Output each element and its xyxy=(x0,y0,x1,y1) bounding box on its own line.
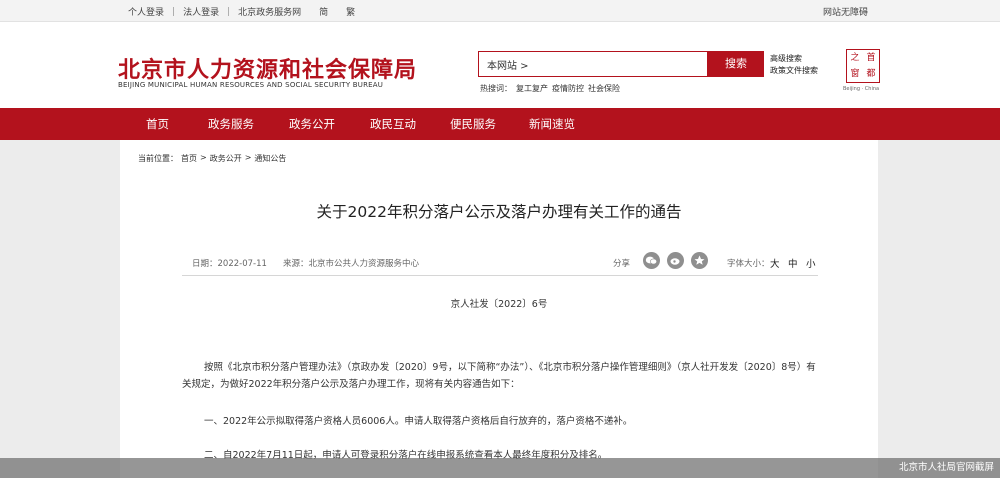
nav-item-convenience[interactable]: 便民服务 xyxy=(434,108,512,140)
hot-word-link[interactable]: 社会保险 xyxy=(588,83,620,94)
document-number: 京人社发〔2022〕6号 xyxy=(450,299,548,310)
search-button[interactable]: 搜索 xyxy=(708,51,764,77)
screenshot-watermark: 北京市人社局官网截屏 xyxy=(0,458,1000,478)
breadcrumb: 当前位置： 首页 > 政务公开 > 通知公告 xyxy=(138,153,286,164)
article-source: 来源：北京市公共人力资源服务中心 xyxy=(283,259,420,269)
article-paragraph: 按照《北京市积分落户管理办法》（京政办发〔2020〕9号，以下简称“办法”）、《… xyxy=(182,362,816,390)
nav-item-interaction[interactable]: 政民互动 xyxy=(352,108,434,140)
main-nav: 首页 政务服务 政务公开 政民互动 便民服务 新闻速览 xyxy=(0,108,1000,140)
article-panel: 当前位置： 首页 > 政务公开 > 通知公告 关于2022年积分落户公示及落户办… xyxy=(120,140,878,478)
font-size-large-button[interactable]: 大 xyxy=(770,256,780,270)
policy-search-link[interactable]: 政策文件搜索 xyxy=(770,65,818,77)
weibo-share-icon[interactable] xyxy=(667,252,684,269)
advanced-search-link[interactable]: 高级搜索 xyxy=(770,53,818,65)
site-title[interactable]: 北京市人力资源和社会保障局 xyxy=(118,52,417,84)
article-title: 关于2022年积分落户公示及落户办理有关工作的通告 xyxy=(316,203,682,221)
divider: | xyxy=(227,6,231,17)
logo-caption: Beijing · China xyxy=(843,86,880,92)
hot-word-link[interactable]: 疫情防控 xyxy=(552,83,584,94)
breadcrumb-item[interactable]: 通知公告 xyxy=(254,153,286,164)
simplified-chinese-link[interactable]: 简 xyxy=(319,5,328,18)
capital-window-logo[interactable]: 之 首 窗 都 xyxy=(846,49,880,83)
nav-item-gov-services[interactable]: 政务服务 xyxy=(190,108,272,140)
search-input[interactable] xyxy=(479,52,707,76)
search-box xyxy=(478,51,708,77)
site-header: 北京市人力资源和社会保障局 BEIJING MUNICIPAL HUMAN RE… xyxy=(0,22,1000,108)
search-options: 高级搜索 政策文件搜索 xyxy=(770,53,818,77)
breadcrumb-separator: > xyxy=(200,153,207,162)
site-title-english: BEIJING MUNICIPAL HUMAN RESOURCES AND SO… xyxy=(118,81,384,89)
article-date: 日期：2022-07-11 xyxy=(192,259,267,269)
font-size-small-button[interactable]: 小 xyxy=(806,256,816,270)
share-label: 分享 xyxy=(613,259,631,269)
breadcrumb-separator: > xyxy=(244,153,252,162)
hot-word-link[interactable]: 复工复产 xyxy=(516,83,548,94)
accessibility-link[interactable]: 网站无障碍 xyxy=(823,5,868,18)
nav-item-home[interactable]: 首页 xyxy=(128,108,190,140)
nav-item-gov-affairs[interactable]: 政务公开 xyxy=(272,108,352,140)
top-links: 个人登录 | 法人登录 | 北京政务服务网 简 繁 xyxy=(128,5,355,19)
article-meta: 日期：2022-07-11 来源：北京市公共人力资源服务中心 分享 字体大小： … xyxy=(182,248,818,276)
wechat-share-icon[interactable] xyxy=(643,252,660,269)
nav-item-news[interactable]: 新闻速览 xyxy=(512,108,592,140)
traditional-chinese-link[interactable]: 繁 xyxy=(346,5,355,18)
divider: | xyxy=(172,6,176,17)
top-utility-bar: 个人登录 | 法人登录 | 北京政务服务网 简 繁 网站无障碍 xyxy=(0,0,1000,22)
personal-login-link[interactable]: 个人登录 xyxy=(128,5,164,18)
favorite-share-icon[interactable] xyxy=(691,252,708,269)
legal-login-link[interactable]: 法人登录 xyxy=(183,5,219,18)
font-size-label: 字体大小： xyxy=(727,259,770,269)
breadcrumb-item[interactable]: 政务公开 xyxy=(210,153,242,164)
breadcrumb-item[interactable]: 首页 xyxy=(181,153,197,164)
breadcrumb-prefix: 当前位置： xyxy=(138,154,178,163)
hot-words-label: 热搜词： xyxy=(480,84,512,93)
gov-service-link[interactable]: 北京政务服务网 xyxy=(238,5,301,18)
article-paragraph: 一、2022年公示拟取得落户资格人员6006人。申请人取得落户资格后自行放弃的，… xyxy=(204,416,633,427)
font-size-medium-button[interactable]: 中 xyxy=(788,256,798,270)
hot-words: 热搜词： 复工复产 疫情防控 社会保险 xyxy=(480,83,620,94)
